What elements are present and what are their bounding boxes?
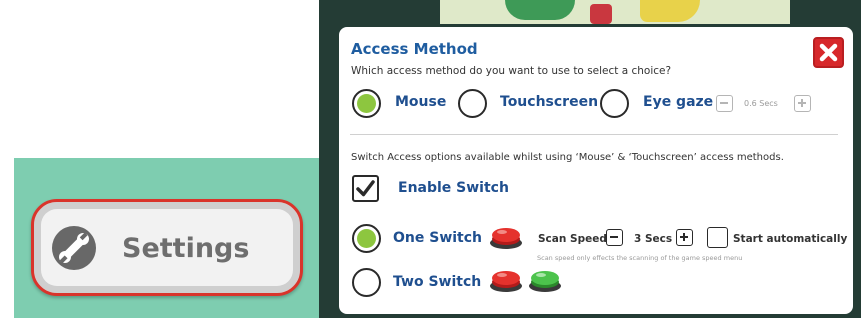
- radio-mouse-label[interactable]: Mouse: [395, 94, 446, 110]
- start-automatically-label[interactable]: Start automatically: [733, 233, 847, 245]
- scan-speed-note: Scan speed only effects the scanning of …: [537, 254, 743, 262]
- plus-icon: [798, 99, 806, 107]
- radio-eye-gaze[interactable]: [600, 89, 629, 118]
- section-divider: [350, 134, 838, 135]
- scan-speed-increase-button[interactable]: [676, 229, 693, 246]
- scan-speed-label: Scan Speed:: [538, 233, 612, 245]
- radio-two-switch[interactable]: [352, 268, 381, 297]
- dialog-title: Access Method: [351, 40, 478, 58]
- settings-label: Settings: [122, 233, 250, 264]
- scan-speed-value: 3 Secs: [634, 233, 673, 245]
- radio-mouse[interactable]: [352, 89, 381, 118]
- dialog-subtitle: Which access method do you want to use t…: [351, 65, 672, 77]
- eye-gaze-increase-button[interactable]: [794, 95, 811, 112]
- scan-speed-decrease-button[interactable]: [606, 229, 623, 246]
- radio-touchscreen[interactable]: [458, 89, 487, 118]
- game-artwork-shape: [505, 0, 575, 20]
- radio-one-switch-label[interactable]: One Switch: [393, 230, 482, 246]
- minus-icon: [610, 236, 618, 238]
- game-artwork-shape: [590, 4, 612, 24]
- red-switch-icon: [489, 267, 523, 293]
- close-button[interactable]: [813, 37, 844, 68]
- radio-eye-gaze-label[interactable]: Eye gaze: [643, 94, 713, 110]
- radio-two-switch-label[interactable]: Two Switch: [393, 274, 481, 290]
- game-artwork: [440, 0, 790, 24]
- switch-info-text: Switch Access options available whilst u…: [351, 152, 784, 163]
- start-automatically-checkbox[interactable]: [707, 227, 728, 248]
- enable-switch-label[interactable]: Enable Switch: [398, 180, 509, 196]
- close-icon: [819, 43, 838, 62]
- radio-one-switch[interactable]: [352, 224, 381, 253]
- eye-gaze-decrease-button[interactable]: [716, 95, 733, 112]
- red-switch-icon: [489, 224, 523, 250]
- radio-touchscreen-label[interactable]: Touchscreen: [500, 94, 598, 110]
- checkmark-icon: [356, 180, 375, 197]
- settings-button[interactable]: Settings: [31, 199, 303, 296]
- green-switch-icon: [528, 267, 562, 293]
- eye-gaze-time-value: 0.6 Secs: [744, 99, 778, 108]
- minus-icon: [720, 102, 728, 104]
- plus-icon: [680, 233, 688, 241]
- enable-switch-checkbox[interactable]: [352, 175, 379, 202]
- wrench-icon: [52, 226, 96, 270]
